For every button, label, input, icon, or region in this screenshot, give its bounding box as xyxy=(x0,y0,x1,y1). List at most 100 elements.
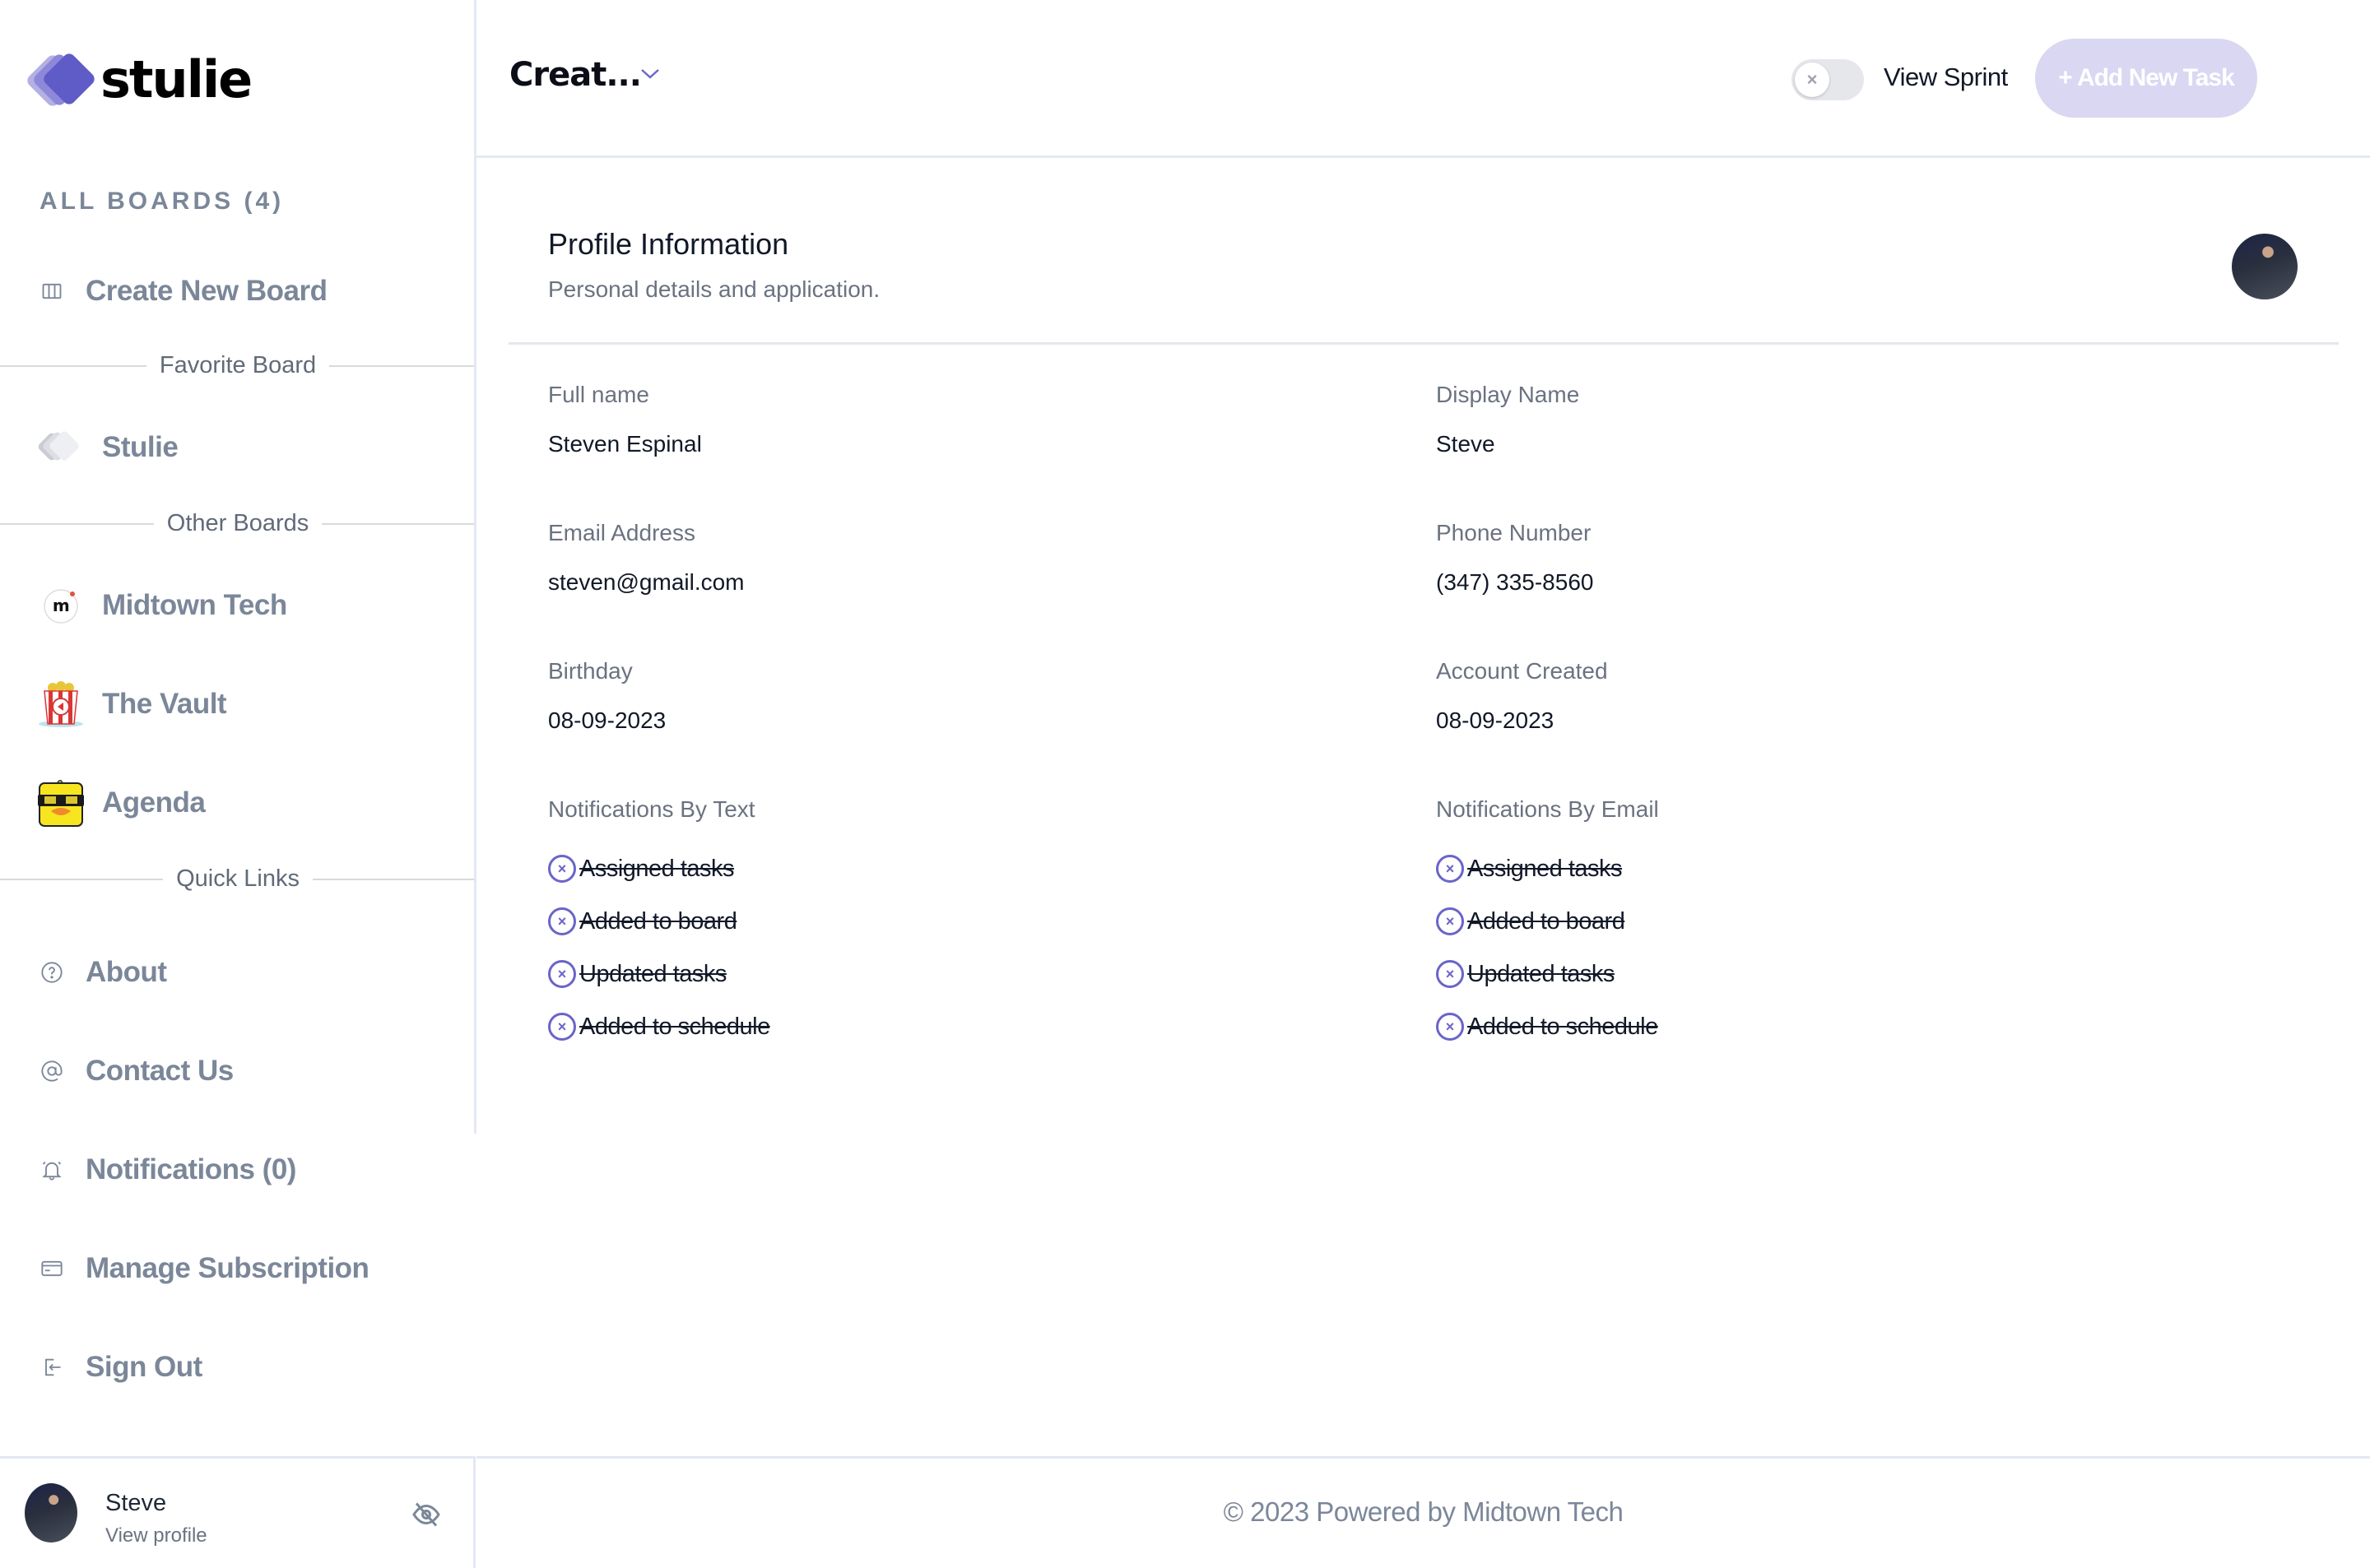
notifications-by-text: Notifications By Text × Assigned tasks ×… xyxy=(548,796,770,1053)
field-email: Email Address steven@gmail.com xyxy=(548,520,745,596)
sidebar-item-sign-out[interactable]: Sign Out xyxy=(40,1351,202,1384)
view-profile-link[interactable]: View profile xyxy=(105,1524,207,1547)
other-boards-heading: Other Boards xyxy=(166,510,309,536)
app-name: stulie xyxy=(100,49,253,109)
field-value: Steve xyxy=(1436,431,1495,457)
profile-divider xyxy=(509,342,2339,345)
sidebar-board-midtown-tech[interactable]: m Midtown Tech xyxy=(36,581,287,630)
quick-links-divider: Quick Links xyxy=(0,865,476,893)
sidebar-board-the-vault[interactable]: The Vault xyxy=(36,680,227,729)
favorite-board-divider: Favorite Board xyxy=(0,352,476,379)
board-label: Agenda xyxy=(102,786,206,819)
sidebar-border xyxy=(474,0,476,1134)
eye-off-icon[interactable] xyxy=(411,1500,441,1529)
footer: © 2023 Powered by Midtown Tech xyxy=(476,1456,2370,1568)
x-circle-icon: × xyxy=(1436,855,1464,883)
bell-icon xyxy=(40,1157,64,1182)
sidebar-item-notifications[interactable]: Notifications (0) xyxy=(40,1153,296,1186)
duck-sunglasses-icon xyxy=(36,778,86,828)
sidebar-board-stulie[interactable]: Stulie xyxy=(36,423,179,472)
board-label: The Vault xyxy=(102,688,227,720)
notifications-by-email: Notifications By Email × Assigned tasks … xyxy=(1436,796,1659,1053)
notification-email-assigned-tasks[interactable]: × Assigned tasks xyxy=(1436,842,1659,895)
add-new-task-button[interactable]: + Add New Task xyxy=(2035,39,2257,118)
x-circle-icon: × xyxy=(548,855,576,883)
sidebar-board-agenda[interactable]: Agenda xyxy=(36,778,206,828)
notification-label: Added to schedule xyxy=(1467,1013,1658,1040)
x-circle-icon: × xyxy=(548,960,576,988)
sidebar: stulie ALL BOARDS (4) Create New Board F… xyxy=(0,0,476,1456)
field-label: Account Created xyxy=(1436,658,1608,684)
field-value: (347) 335-8560 xyxy=(1436,569,1594,595)
sign-out-icon xyxy=(40,1355,64,1380)
footer-copyright: © 2023 Powered by Midtown Tech xyxy=(1223,1496,1624,1527)
avatar[interactable] xyxy=(25,1483,77,1542)
other-boards-divider: Other Boards xyxy=(0,510,476,537)
notification-label: Assigned tasks xyxy=(1467,855,1623,882)
notification-label: Updated tasks xyxy=(579,960,727,987)
sidebar-item-label: Manage Subscription xyxy=(86,1252,369,1284)
field-value: steven@gmail.com xyxy=(548,569,745,595)
notification-label: Updated tasks xyxy=(1467,960,1615,987)
stulie-logo-icon xyxy=(36,423,86,472)
notification-text-added-to-board[interactable]: × Added to board xyxy=(548,895,770,948)
notification-email-updated-tasks[interactable]: × Updated tasks xyxy=(1436,948,1659,1000)
sidebar-item-contact-us[interactable]: Contact Us xyxy=(40,1055,234,1088)
sidebar-item-label: Sign Out xyxy=(86,1351,202,1383)
notifications-email-heading: Notifications By Email xyxy=(1436,796,1659,822)
all-boards-heading: ALL BOARDS (4) xyxy=(40,188,285,215)
sidebar-item-label: Contact Us xyxy=(86,1055,234,1087)
notification-text-added-to-schedule[interactable]: × Added to schedule xyxy=(548,1000,770,1053)
profile-subtitle: Personal details and application. xyxy=(548,276,881,302)
popcorn-icon xyxy=(36,680,86,729)
at-sign-icon xyxy=(40,1059,64,1083)
notification-label: Added to board xyxy=(579,907,737,935)
board-title-dropdown[interactable]: Creat... xyxy=(509,56,642,94)
x-circle-icon: × xyxy=(1436,1013,1464,1041)
question-circle-icon xyxy=(40,960,64,985)
close-icon: × xyxy=(1795,63,1829,97)
field-label: Full name xyxy=(548,382,649,407)
svg-text:m: m xyxy=(53,596,69,615)
notification-text-assigned-tasks[interactable]: × Assigned tasks xyxy=(548,842,770,895)
field-label: Display Name xyxy=(1436,382,1580,407)
profile-title: Profile Information xyxy=(548,227,789,261)
field-account-created: Account Created 08-09-2023 xyxy=(1436,658,1608,734)
board-label: Stulie xyxy=(102,431,179,463)
x-circle-icon: × xyxy=(1436,960,1464,988)
field-label: Phone Number xyxy=(1436,520,1592,545)
sidebar-item-manage-subscription[interactable]: Manage Subscription xyxy=(40,1252,369,1285)
view-sprint-toggle[interactable]: × xyxy=(1791,59,1864,100)
field-value: 08-09-2023 xyxy=(1436,707,1554,733)
sidebar-item-label: About xyxy=(86,956,167,988)
favorite-board-heading: Favorite Board xyxy=(159,352,317,378)
quick-links-heading: Quick Links xyxy=(176,865,300,892)
field-display-name: Display Name Steve xyxy=(1436,382,1579,457)
notification-label: Added to board xyxy=(1467,907,1625,935)
notification-label: Assigned tasks xyxy=(579,855,735,882)
sidebar-item-about[interactable]: About xyxy=(40,956,167,989)
notification-email-added-to-board[interactable]: × Added to board xyxy=(1436,895,1659,948)
board-label: Midtown Tech xyxy=(102,589,287,621)
notification-text-updated-tasks[interactable]: × Updated tasks xyxy=(548,948,770,1000)
field-label: Birthday xyxy=(548,658,633,684)
notification-email-added-to-schedule[interactable]: × Added to schedule xyxy=(1436,1000,1659,1053)
top-bar: Creat... × View Sprint + Add New Task xyxy=(476,0,2370,158)
notification-label: Added to schedule xyxy=(579,1013,770,1040)
field-phone: Phone Number (347) 335-8560 xyxy=(1436,520,1593,596)
app-logo[interactable]: stulie xyxy=(25,49,253,109)
user-card: Steve View profile xyxy=(0,1456,476,1568)
columns-icon xyxy=(40,279,64,304)
midtown-logo-icon: m xyxy=(36,581,86,630)
field-value: 08-09-2023 xyxy=(548,707,667,733)
credit-card-icon xyxy=(40,1256,64,1281)
chevron-down-icon[interactable] xyxy=(639,66,664,86)
x-circle-icon: × xyxy=(1436,907,1464,935)
view-sprint-label: View Sprint xyxy=(1884,63,2008,91)
field-full-name: Full name Steven Espinal xyxy=(548,382,702,457)
sidebar-item-label: Notifications (0) xyxy=(86,1153,296,1185)
create-new-board-label: Create New Board xyxy=(86,275,328,307)
create-new-board-button[interactable]: Create New Board xyxy=(40,275,328,308)
field-value: Steven Espinal xyxy=(548,431,702,457)
field-label: Email Address xyxy=(548,520,695,545)
